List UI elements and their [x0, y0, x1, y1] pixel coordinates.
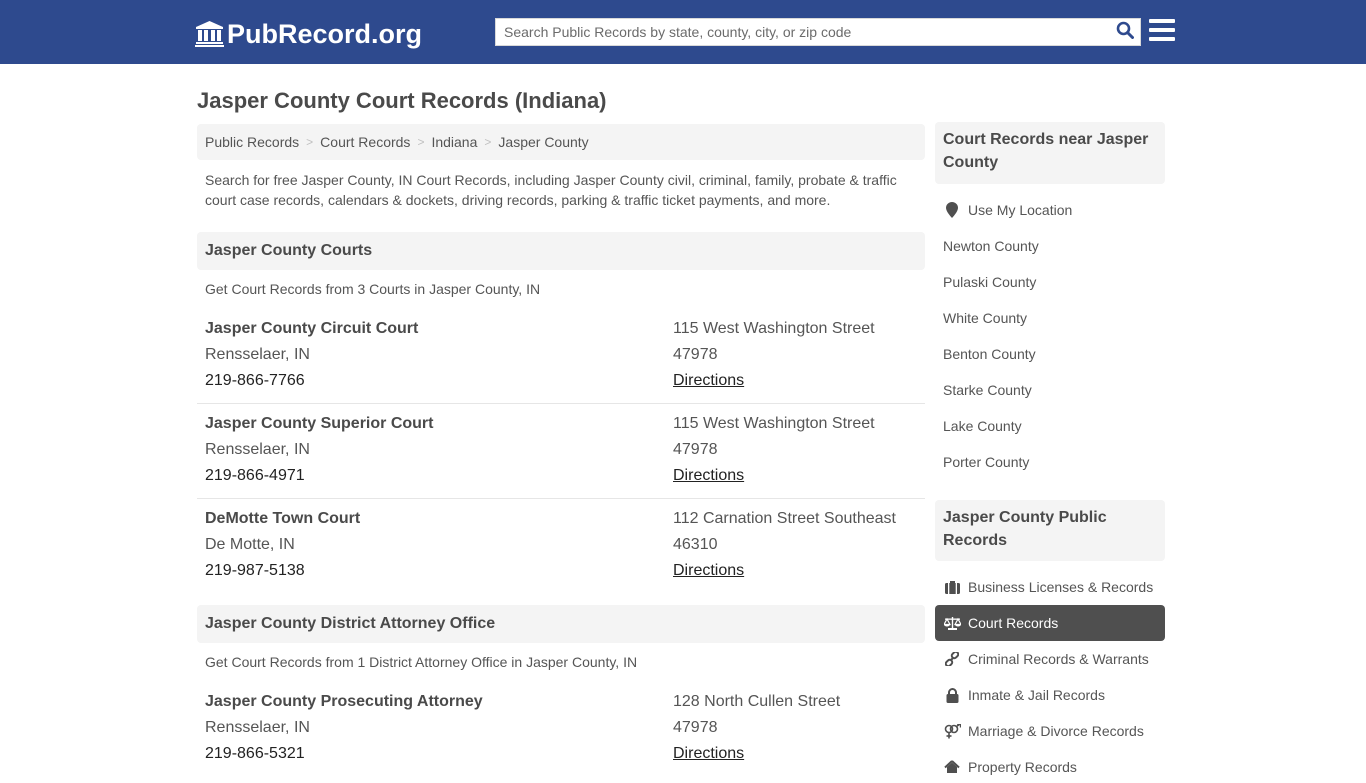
- nearby-county-link[interactable]: Starke County: [935, 374, 1165, 406]
- breadcrumb-separator: >: [417, 135, 425, 149]
- breadcrumb-public-records[interactable]: Public Records: [205, 134, 299, 150]
- page-title: Jasper County Court Records (Indiana): [197, 88, 607, 113]
- breadcrumb-separator: >: [306, 135, 314, 149]
- section-heading-courts: Jasper County Courts: [197, 232, 925, 270]
- court-entry: Jasper County Superior Court Rensselaer,…: [197, 411, 925, 499]
- sidebar-heading-public-records: Jasper County Public Records: [935, 500, 1165, 561]
- court-address: 112 Carnation Street Southeast: [673, 510, 896, 527]
- sidebar-heading-nearby: Court Records near Jasper County: [935, 122, 1165, 184]
- section-heading-district-attorney: Jasper County District Attorney Office: [197, 605, 925, 643]
- nearby-county-link[interactable]: Benton County: [935, 338, 1165, 370]
- search-input[interactable]: [496, 19, 1110, 45]
- directions-link[interactable]: Directions: [673, 368, 744, 394]
- office-name: Jasper County Prosecuting Attorney: [205, 693, 483, 710]
- logo-text: PubRecord.org: [227, 19, 423, 49]
- court-city: De Motte, IN: [205, 536, 295, 553]
- sidebar-item-criminal-records[interactable]: Criminal Records & Warrants: [935, 643, 1165, 675]
- courthouse-icon: [195, 21, 224, 47]
- court-city: Rensselaer, IN: [205, 441, 310, 458]
- breadcrumb: Public Records > Court Records > Indiana…: [197, 124, 925, 160]
- map-marker-icon: [943, 202, 961, 218]
- office-phone[interactable]: 219-866-5321: [205, 741, 305, 767]
- search-button[interactable]: [1110, 19, 1140, 45]
- link-icon: [943, 651, 961, 667]
- use-my-location-label: Use My Location: [968, 202, 1073, 218]
- sidebar-item-label: Business Licenses & Records: [968, 579, 1154, 595]
- venus-mars-icon: [943, 723, 961, 739]
- sidebar-item-label: Court Records: [968, 615, 1059, 631]
- court-entry: DeMotte Town Court De Motte, IN 219-987-…: [197, 506, 925, 594]
- court-name: Jasper County Circuit Court: [205, 320, 419, 337]
- court-address: 115 West Washington Street: [673, 320, 875, 337]
- hamburger-menu-bar: [1149, 28, 1175, 32]
- search-bar: [495, 18, 1141, 46]
- court-phone[interactable]: 219-866-7766: [205, 368, 305, 394]
- directions-link[interactable]: Directions: [673, 741, 744, 767]
- office-city: Rensselaer, IN: [205, 719, 310, 736]
- breadcrumb-court-records[interactable]: Court Records: [320, 134, 410, 150]
- nearby-county-link[interactable]: Newton County: [935, 230, 1165, 262]
- top-navbar: PubRecord.org: [0, 0, 1366, 64]
- hamburger-menu-icon: [1149, 19, 1175, 23]
- office-zip: 47978: [673, 719, 718, 736]
- sidebar-item-marriage-divorce[interactable]: Marriage & Divorce Records: [935, 715, 1165, 747]
- balance-scale-icon: [943, 615, 961, 631]
- breadcrumb-indiana[interactable]: Indiana: [431, 134, 477, 150]
- search-icon: [1116, 21, 1134, 44]
- intro-text: Search for free Jasper County, IN Court …: [205, 172, 897, 208]
- court-name: Jasper County Superior Court: [205, 415, 434, 432]
- court-zip: 46310: [673, 536, 718, 553]
- nearby-county-link[interactable]: White County: [935, 302, 1165, 334]
- court-entry: Jasper County Circuit Court Rensselaer, …: [197, 316, 925, 404]
- use-my-location-link[interactable]: Use My Location: [935, 194, 1165, 226]
- sidebar-item-label: Property Records: [968, 759, 1077, 775]
- court-phone[interactable]: 219-866-4971: [205, 463, 305, 489]
- section-subtitle-courts: Get Court Records from 3 Courts in Jaspe…: [205, 281, 541, 297]
- section-subtitle-district-attorney: Get Court Records from 1 District Attorn…: [205, 654, 638, 670]
- directions-link[interactable]: Directions: [673, 558, 744, 584]
- nearby-county-link[interactable]: Lake County: [935, 410, 1165, 442]
- court-city: Rensselaer, IN: [205, 346, 310, 363]
- sidebar-item-label: Inmate & Jail Records: [968, 687, 1105, 703]
- sidebar-item-label: Marriage & Divorce Records: [968, 723, 1144, 739]
- sidebar-item-court-records[interactable]: Court Records: [935, 605, 1165, 641]
- home-icon: [943, 759, 961, 775]
- briefcase-icon: [943, 579, 961, 595]
- directions-link[interactable]: Directions: [673, 463, 744, 489]
- nearby-county-link[interactable]: Porter County: [935, 446, 1165, 478]
- sidebar-item-property-records[interactable]: Property Records: [935, 751, 1165, 783]
- court-address: 115 West Washington Street: [673, 415, 875, 432]
- lock-icon: [943, 687, 961, 703]
- sidebar-item-label: Criminal Records & Warrants: [968, 651, 1149, 667]
- site-logo[interactable]: PubRecord.org: [195, 18, 422, 50]
- office-address: 128 North Cullen Street: [673, 693, 841, 710]
- court-zip: 47978: [673, 441, 718, 458]
- breadcrumb-separator: >: [484, 135, 492, 149]
- attorney-entry: Jasper County Prosecuting Attorney Renss…: [197, 689, 925, 777]
- hamburger-menu-bar: [1149, 37, 1175, 41]
- court-zip: 47978: [673, 346, 718, 363]
- sidebar-item-business-licenses[interactable]: Business Licenses & Records: [935, 571, 1165, 603]
- breadcrumb-jasper-county[interactable]: Jasper County: [498, 134, 588, 150]
- nearby-county-link[interactable]: Pulaski County: [935, 266, 1165, 298]
- court-phone[interactable]: 219-987-5138: [205, 558, 305, 584]
- sidebar-item-inmate-records[interactable]: Inmate & Jail Records: [935, 679, 1165, 711]
- hamburger-menu-button[interactable]: [1149, 19, 1176, 43]
- court-name: DeMotte Town Court: [205, 510, 361, 527]
